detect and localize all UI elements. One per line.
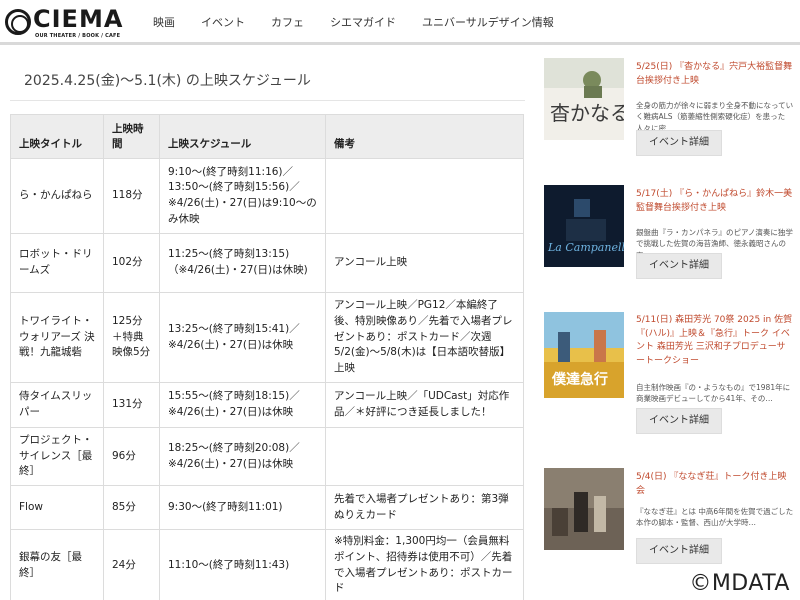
- schedule-title: 2025.4.25(金)～5.1(木) の上映スケジュール: [10, 60, 525, 101]
- table-row: プロジェクト・サイレンス［最終］ 96分 18:25～(終了時刻20:08)／※…: [10, 427, 524, 486]
- site-header: CIEMA OUR THEATER / BOOK / CAFE 映画 イベント …: [0, 0, 800, 45]
- poster-title-text: La Campanella: [547, 241, 624, 254]
- table-header-row: 上映タイトル 上映時間 上映スケジュール 備考: [10, 114, 524, 159]
- movie-title[interactable]: Flow: [10, 485, 104, 530]
- movie-title[interactable]: ら・かんぱねら: [10, 158, 104, 234]
- poster-title-text: 杳かなる: [550, 101, 624, 125]
- schedule-section: 2025.4.25(金)～5.1(木) の上映スケジュール 上映タイトル 上映時…: [10, 60, 525, 600]
- poster-title-text: 僕達急行: [551, 371, 608, 388]
- movie-duration: 102分: [103, 233, 160, 293]
- movie-note: アンコール上映／PG12／本編終了後、特別映像あり／先着で入場者プレゼントあり：…: [325, 292, 524, 383]
- event-title[interactable]: 5/17(土) 『ら・かんぱねら』鈴木一美監督舞台挨拶付き上映: [636, 187, 794, 216]
- schedule-table: 上映タイトル 上映時間 上映スケジュール 備考 ら・かんぱねら 118分 9:1…: [10, 114, 524, 600]
- event-description: 自主制作映画『の・ようなもの』で1981年に商業映画デビューしてから41年、その…: [636, 383, 791, 404]
- movie-title[interactable]: 銀幕の友［最終］: [10, 529, 104, 600]
- logo-icon: [5, 9, 31, 35]
- movie-title[interactable]: プロジェクト・サイレンス［最終］: [10, 427, 104, 486]
- movie-duration: 131分: [103, 382, 160, 428]
- table-row: トワイライト・ウォリアーズ 決戦！九龍城砦 125分＋特典映像5分 13:25～…: [10, 292, 524, 383]
- event-poster[interactable]: La Campanella: [544, 185, 624, 267]
- main-nav: 映画 イベント カフェ シエマガイド ユニバーサルデザイン情報: [153, 14, 580, 30]
- nav-item-movies[interactable]: 映画: [153, 14, 175, 30]
- movie-note: [325, 427, 524, 486]
- header-note: 備考: [325, 114, 524, 159]
- movie-note: 先着で入場者プレゼントあり：第3弾ぬりえカード: [325, 485, 524, 530]
- movie-title[interactable]: ロボット・ドリームズ: [10, 233, 104, 293]
- event-title[interactable]: 5/25(日) 『杳かなる』宍戸大裕監督舞台挨拶付き上映: [636, 60, 794, 89]
- movie-note: ※特別料金：1,300円均一（会員無料ポイント、招待券は使用不可）／先着で入場者…: [325, 529, 524, 600]
- header-title: 上映タイトル: [10, 114, 104, 159]
- watermark: ©MDATA: [689, 571, 790, 596]
- movie-schedule: 18:25～(終了時刻20:08)／※4/26(土)・27(日)は休映: [159, 427, 326, 486]
- table-row: ロボット・ドリームズ 102分 11:25～(終了時刻13:15)（※4/26(…: [10, 233, 524, 293]
- event-description: 『ななぎ荘』とは 中高6年間を佐賀で過ごした本作の脚本・監督、西山が大学時…: [636, 507, 794, 528]
- movie-schedule: 13:25～(終了時刻15:41)／※4/26(土)・27(日)は休映: [159, 292, 326, 383]
- site-logo[interactable]: CIEMA OUR THEATER / BOOK / CAFE: [5, 5, 122, 41]
- movie-note: アンコール上映／「UDCast」対応作品／＊好評につき延長しました！: [325, 382, 524, 428]
- event-poster[interactable]: [544, 468, 624, 550]
- event-detail-button[interactable]: イベント詳細: [636, 253, 722, 279]
- event-card: La Campanella 5/17(土) 『ら・かんぱねら』鈴木一美監督舞台挨…: [540, 185, 800, 295]
- header-duration: 上映時間: [103, 114, 160, 159]
- movie-duration: 24分: [103, 529, 160, 600]
- table-row: Flow 85分 9:30～(終了時刻11:01) 先着で入場者プレゼントあり：…: [10, 485, 524, 530]
- movie-duration: 85分: [103, 485, 160, 530]
- event-detail-button[interactable]: イベント詳細: [636, 130, 722, 156]
- event-description: 全身の筋力が徐々に弱まり全身不動になっていく難病ALS（筋萎縮性側索硬化症）を患…: [636, 101, 794, 133]
- movie-schedule: 11:25～(終了時刻13:15)（※4/26(土)・27(日)は休映): [159, 233, 326, 293]
- movie-duration: 125分＋特典映像5分: [103, 292, 160, 383]
- logo-text: CIEMA: [33, 5, 124, 33]
- movie-schedule: 11:10～(終了時刻11:43): [159, 529, 326, 600]
- movie-schedule: 9:30～(終了時刻11:01): [159, 485, 326, 530]
- event-title[interactable]: 5/4(日) 『ななぎ荘』トーク付き上映会: [636, 470, 794, 499]
- movie-note: [325, 158, 524, 234]
- nav-item-cafe[interactable]: カフェ: [271, 14, 304, 30]
- event-card: 5/4(日) 『ななぎ荘』トーク付き上映会 『ななぎ荘』とは 中高6年間を佐賀で…: [540, 468, 800, 578]
- movie-title[interactable]: 侍タイムスリッパー: [10, 382, 104, 428]
- movie-duration: 96分: [103, 427, 160, 486]
- table-row: 銀幕の友［最終］ 24分 11:10～(終了時刻11:43) ※特別料金：1,3…: [10, 529, 524, 600]
- event-card: 僕達急行 5/11(日) 森田芳光 70祭 2025 in 佐賀『(ハル)』上映…: [540, 312, 800, 442]
- movie-title[interactable]: トワイライト・ウォリアーズ 決戦！九龍城砦: [10, 292, 104, 383]
- nav-item-guide[interactable]: シエマガイド: [330, 14, 396, 30]
- event-poster[interactable]: 僕達急行: [544, 312, 624, 398]
- table-row: 侍タイムスリッパー 131分 15:55～(終了時刻18:15)／※4/26(土…: [10, 382, 524, 428]
- movie-duration: 118分: [103, 158, 160, 234]
- header-schedule: 上映スケジュール: [159, 114, 326, 159]
- nav-item-events[interactable]: イベント: [201, 14, 245, 30]
- event-card: 杳かなる 5/25(日) 『杳かなる』宍戸大裕監督舞台挨拶付き上映 全身の筋力が…: [540, 58, 800, 168]
- event-detail-button[interactable]: イベント詳細: [636, 538, 722, 564]
- movie-schedule: 9:10～(終了時刻11:16)／13:50～(終了時刻15:56)／※4/26…: [159, 158, 326, 234]
- nav-item-universal-design[interactable]: ユニバーサルデザイン情報: [422, 14, 554, 30]
- movie-schedule: 15:55～(終了時刻18:15)／※4/26(土)・27(日)は休映: [159, 382, 326, 428]
- logo-subtitle: OUR THEATER / BOOK / CAFE: [35, 33, 121, 39]
- event-title[interactable]: 5/11(日) 森田芳光 70祭 2025 in 佐賀『(ハル)』上映＆『急行』…: [636, 314, 794, 368]
- movie-note: アンコール上映: [325, 233, 524, 293]
- table-row: ら・かんぱねら 118分 9:10～(終了時刻11:16)／13:50～(終了時…: [10, 158, 524, 234]
- event-detail-button[interactable]: イベント詳細: [636, 408, 722, 434]
- event-poster[interactable]: 杳かなる: [544, 58, 624, 140]
